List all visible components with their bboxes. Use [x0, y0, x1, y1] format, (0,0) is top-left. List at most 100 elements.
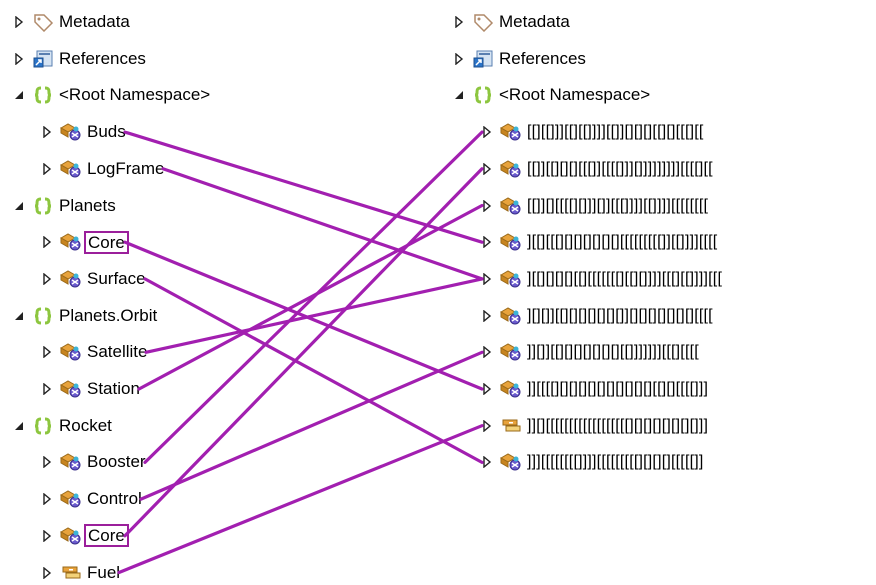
class-icon [498, 304, 524, 328]
tree-item-label: ]]][[[[[[[[]]]][[[[[[[[[][][][][[[[[]] [527, 453, 704, 471]
collapsed-arrow-icon[interactable] [40, 487, 54, 511]
right-tree-item-obfuscated-3[interactable]: [[][[]]][[][[]]]][[]][][][][[][][[[][[ [480, 120, 707, 144]
collapsed-arrow-icon[interactable] [480, 450, 494, 474]
left-tree-item-booster-12[interactable]: Booster [40, 450, 149, 474]
struct-icon [498, 414, 524, 438]
mapping-link-3 [143, 277, 484, 464]
left-tree-item-core-6[interactable]: Core [40, 230, 129, 254]
collapsed-arrow-icon[interactable] [12, 47, 26, 71]
tree-item-label: Core [84, 230, 129, 254]
collapsed-arrow-icon[interactable] [480, 377, 494, 401]
collapsed-arrow-icon[interactable] [40, 450, 54, 474]
tree-item-label: Satellite [87, 342, 148, 362]
collapsed-arrow-icon[interactable] [40, 230, 54, 254]
left-tree-item-station-10[interactable]: Station [40, 377, 143, 401]
left-tree-item-planets-orbit-8[interactable]: Planets.Orbit [12, 304, 160, 328]
class-icon [498, 157, 524, 181]
collapsed-arrow-icon[interactable] [452, 47, 466, 71]
collapsed-arrow-icon[interactable] [480, 120, 494, 144]
left-tree-item-surface-7[interactable]: Surface [40, 267, 149, 291]
left-tree-item-rocket-11[interactable]: Rocket [12, 414, 115, 438]
left-tree-item-planets-5[interactable]: Planets [12, 194, 119, 218]
right-tree-item-metadata-0[interactable]: Metadata [452, 10, 573, 34]
right-tree-item-obfuscated-9[interactable]: ]][]][[][][][][][][][[]]]]]]][[[][[[[ [480, 340, 702, 364]
tree-item-label: Planets.Orbit [59, 305, 158, 325]
mapping-link-2 [123, 240, 484, 391]
right-tree-item-obfuscated-5[interactable]: [[]][][[[[][]]][]][[[]]]][[]]]][[[[[[[[ [480, 194, 711, 218]
namespace-icon [30, 304, 56, 328]
namespace-icon [470, 83, 496, 107]
class-icon [58, 230, 84, 254]
collapsed-arrow-icon[interactable] [40, 157, 54, 181]
tree-item-label: Fuel [87, 562, 121, 582]
right-tree-item-references-1[interactable]: References [452, 47, 589, 71]
struct-icon [58, 561, 84, 585]
left-tree-item-metadata-0[interactable]: Metadata [12, 10, 133, 34]
left-tree-item-control-13[interactable]: Control [40, 487, 145, 511]
mapping-link-9 [117, 424, 484, 575]
left-tree-item-buds-3[interactable]: Buds [40, 120, 129, 144]
expanded-arrow-icon[interactable] [12, 304, 26, 328]
class-icon [498, 267, 524, 291]
tree-item-label: [[][[]]][[][[]]]][[]][][][][[][][[[][[ [527, 123, 704, 141]
collapsed-arrow-icon[interactable] [40, 377, 54, 401]
tree-item-label: Booster [87, 452, 146, 472]
expanded-arrow-icon[interactable] [12, 194, 26, 218]
right-tree-item-root-namespace-2[interactable]: <Root Namespace> [452, 83, 653, 107]
tree-item-label: ][[][[[][][][][][][][[[[[[[[[]][[]]]][[[… [527, 233, 718, 251]
collapsed-arrow-icon[interactable] [40, 120, 54, 144]
tree-item-label: Core [84, 524, 129, 548]
tree-item-label: <Root Namespace> [499, 85, 651, 105]
right-tree-item-obfuscated-10[interactable]: ]][[[[][][][][][][][][][][][[][][[[[]]] [480, 377, 711, 401]
class-icon [58, 377, 84, 401]
class-icon [498, 120, 524, 144]
expanded-arrow-icon[interactable] [12, 414, 26, 438]
class-icon [498, 450, 524, 474]
left-tree-item-core-14[interactable]: Core [40, 524, 129, 548]
collapsed-arrow-icon[interactable] [40, 561, 54, 585]
tag-icon [470, 10, 496, 34]
namespace-icon [30, 83, 56, 107]
right-tree-item-obfuscated-12[interactable]: ]]][[[[[[[[]]]][[[[[[[[[][][][][[[[[]] [480, 450, 707, 474]
collapsed-arrow-icon[interactable] [452, 10, 466, 34]
left-tree-item-references-1[interactable]: References [12, 47, 149, 71]
references-icon [30, 47, 56, 71]
mapping-link-0 [123, 130, 484, 244]
left-tree-item-logframe-4[interactable]: LogFrame [40, 157, 167, 181]
left-tree-item-root-namespace-2[interactable]: <Root Namespace> [12, 83, 213, 107]
collapsed-arrow-icon[interactable] [12, 10, 26, 34]
expanded-arrow-icon[interactable] [12, 83, 26, 107]
left-tree-item-satellite-9[interactable]: Satellite [40, 340, 150, 364]
tree-item-label: Planets [59, 195, 116, 215]
collapsed-arrow-icon[interactable] [40, 267, 54, 291]
collapsed-arrow-icon[interactable] [480, 304, 494, 328]
collapsed-arrow-icon[interactable] [480, 414, 494, 438]
tree-item-label: ][[][][][][[][[[[[[[][[][]]]][[[][[]]]][… [527, 269, 723, 287]
left-tree-item-fuel-15[interactable]: Fuel [40, 561, 123, 585]
collapsed-arrow-icon[interactable] [480, 230, 494, 254]
class-icon [498, 194, 524, 218]
tag-icon [30, 10, 56, 34]
collapsed-arrow-icon[interactable] [480, 340, 494, 364]
collapsed-arrow-icon[interactable] [480, 194, 494, 218]
class-icon [58, 157, 84, 181]
collapsed-arrow-icon[interactable] [40, 524, 54, 548]
tree-item-label: [[]][[][][][[[]][[[[]]][]]]]]]]]][[[[][[ [527, 159, 713, 177]
tree-item-label: Surface [87, 268, 146, 288]
tree-item-label: References [59, 48, 146, 68]
tree-item-label: ]][[[[][][][][][][][][][][][[][][[[[]]] [527, 380, 709, 397]
mapping-link-7 [139, 350, 484, 501]
right-tree-item-obfuscated-6[interactable]: ][[][[[][][][][][][][[[[[[[[[]][[]]]][[[… [480, 230, 720, 254]
expanded-arrow-icon[interactable] [452, 83, 466, 107]
collapsed-arrow-icon[interactable] [40, 340, 54, 364]
class-icon [498, 340, 524, 364]
right-tree-item-obfuscated-11[interactable]: ]][][[[[[[[[[[[[[[[[[[][][][][][][][]]] [480, 414, 711, 438]
mapping-link-6 [143, 130, 484, 464]
class-icon [58, 487, 84, 511]
collapsed-arrow-icon[interactable] [480, 157, 494, 181]
right-tree-item-obfuscated-4[interactable]: [[]][[][][][[[]][[[[]]][]]]]]]]]][[[[][[ [480, 157, 716, 181]
references-icon [470, 47, 496, 71]
right-tree-item-obfuscated-8[interactable]: ][][]][[][][][][][][]][][][][][][][][[[[ [480, 304, 716, 328]
collapsed-arrow-icon[interactable] [480, 267, 494, 291]
right-tree-item-obfuscated-7[interactable]: ][[][][][][[][[[[[[[][[][]]]][[[][[]]]][… [480, 267, 725, 291]
